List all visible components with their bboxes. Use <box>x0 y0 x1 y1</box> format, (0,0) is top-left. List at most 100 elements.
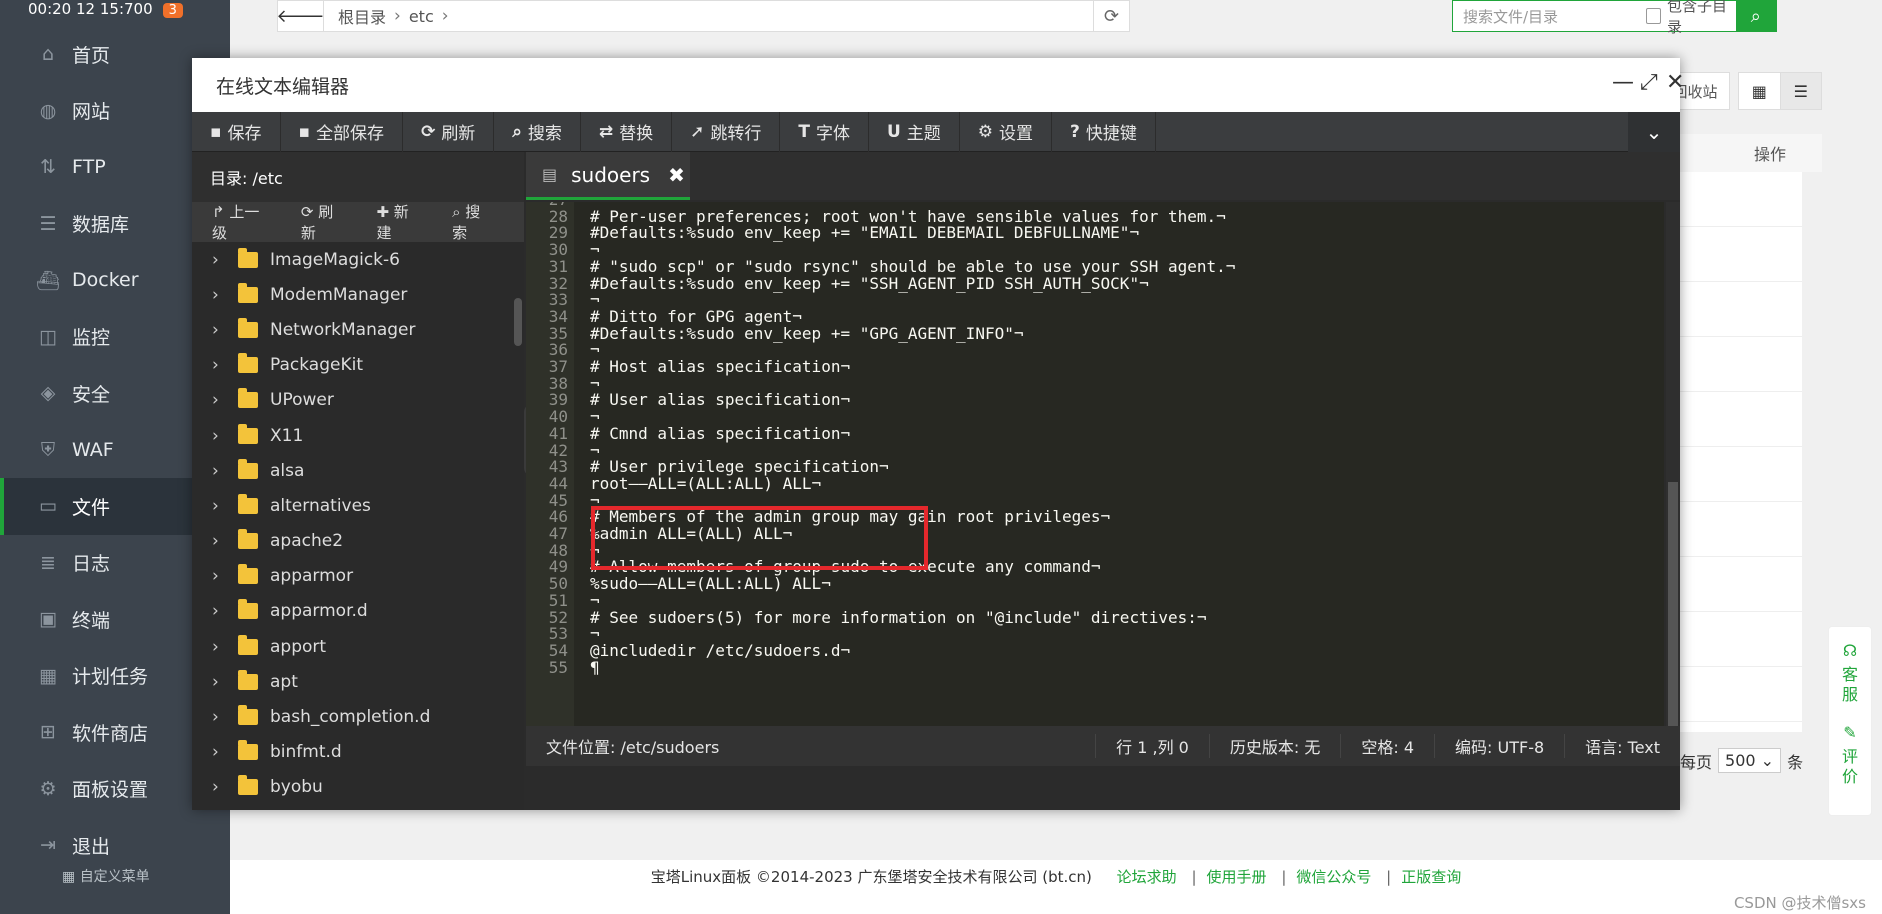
tree-refresh-button[interactable]: ⟳ 刷新 <box>301 201 359 243</box>
encoding-setting[interactable]: 编码: UTF-8 <box>1434 734 1564 758</box>
list-view-icon[interactable]: ☰ <box>1779 73 1821 109</box>
chevron-right-icon[interactable]: › <box>212 637 226 657</box>
tree-scrollbar[interactable] <box>514 298 522 346</box>
breadcrumb-etc[interactable]: etc <box>409 7 434 26</box>
toolbar-button-1[interactable]: ▪ 全部保存 <box>281 111 404 152</box>
chevron-right-icon[interactable]: › <box>212 355 226 375</box>
code-line[interactable]: # Host alias specification¬ <box>590 357 850 376</box>
table-row[interactable] <box>1678 337 1802 392</box>
table-row[interactable] <box>1678 392 1802 447</box>
code-line[interactable]: root——ALL=(ALL:ALL) ALL¬ <box>590 474 821 493</box>
table-row[interactable] <box>1678 447 1802 502</box>
code-line[interactable]: # User alias specification¬ <box>590 390 850 409</box>
chevron-right-icon[interactable]: › <box>212 601 226 621</box>
toolbar-button-5[interactable]: ➚ 跳转行 <box>672 111 781 152</box>
list-item[interactable]: › alternatives <box>192 488 524 523</box>
chevron-right-icon[interactable]: › <box>212 285 226 305</box>
scroll-thumb[interactable] <box>1668 482 1678 726</box>
path-refresh-button[interactable]: ⟳ <box>1093 1 1129 31</box>
up-level-button[interactable]: ↱ 上一级 <box>212 201 283 243</box>
list-item[interactable]: › alsa <box>192 453 524 488</box>
minimize-icon[interactable]: — <box>1612 70 1634 95</box>
include-subdir-checkbox[interactable] <box>1646 8 1661 24</box>
code-line[interactable]: ¶ <box>590 658 600 677</box>
chevron-right-icon[interactable]: › <box>212 777 226 797</box>
toolbar-button-3[interactable]: ⌕ 搜索 <box>494 111 581 152</box>
chevron-right-icon[interactable]: › <box>212 742 226 762</box>
chevron-right-icon[interactable]: › <box>212 707 226 727</box>
list-item[interactable]: › bash_completion.d <box>192 699 524 734</box>
breadcrumb-root[interactable]: 根目录 <box>338 4 386 28</box>
list-item[interactable]: › apparmor.d <box>192 594 524 629</box>
list-item[interactable]: › X11 <box>192 418 524 453</box>
chevron-right-icon[interactable]: › <box>212 531 226 551</box>
tree-search-button[interactable]: ⌕ 搜索 <box>452 201 506 243</box>
grid-view-icon[interactable]: ▦ <box>1739 73 1780 109</box>
toolbar-button-9[interactable]: ? 快捷键 <box>1052 111 1156 152</box>
list-item[interactable]: › apache2 <box>192 524 524 559</box>
review-link[interactable]: 评价 <box>1840 747 1860 787</box>
tab-sudoers[interactable]: ▤ sudoers ✖ <box>526 152 690 200</box>
notification-badge[interactable]: 3 <box>162 3 183 18</box>
close-tab-icon[interactable]: ✖ <box>668 163 685 187</box>
chevron-right-icon[interactable]: › <box>212 320 226 340</box>
chevron-right-icon[interactable]: › <box>212 426 226 446</box>
toolbar-button-8[interactable]: ⚙ 设置 <box>960 111 1053 152</box>
list-item[interactable]: › byobu <box>192 770 524 805</box>
code-area[interactable]: 2728# Per-user preferences; root won't h… <box>526 202 1664 726</box>
wechat-link[interactable]: 微信公众号 <box>1296 868 1371 886</box>
code-line[interactable]: #Defaults:%sudo env_keep += "SSH_AGENT_P… <box>590 274 1149 293</box>
list-item[interactable]: › apt <box>192 664 524 699</box>
chevron-right-icon[interactable]: › <box>212 390 226 410</box>
list-item[interactable]: › ImageMagick-6 <box>192 242 524 277</box>
list-item[interactable]: › binfmt.d <box>192 735 524 770</box>
chevron-right-icon[interactable]: › <box>212 496 226 516</box>
toolbar-button-7[interactable]: U 主题 <box>869 111 960 152</box>
code-line[interactable]: @includedir /etc/sudoers.d¬ <box>590 641 850 660</box>
forum-link[interactable]: 论坛求助 <box>1117 868 1177 886</box>
close-icon[interactable]: ✕ <box>1666 70 1684 95</box>
new-file-button[interactable]: ✚ 新建 <box>376 201 434 243</box>
chevron-right-icon[interactable]: › <box>212 672 226 692</box>
code-line[interactable]: # See sudoers(5) for more information on… <box>590 608 1207 627</box>
list-item[interactable]: › ModemManager <box>192 277 524 312</box>
code-line[interactable]: # Cmnd alias specification¬ <box>590 424 850 443</box>
toolbar-button-4[interactable]: ⇄ 替换 <box>581 111 673 152</box>
code-line[interactable]: #Defaults:%sudo env_keep += "EMAIL DEBEM… <box>590 223 1139 242</box>
indent-setting[interactable]: 空格: 4 <box>1340 734 1434 758</box>
table-row[interactable] <box>1678 502 1802 557</box>
search-input[interactable]: 搜索文件/目录 <box>1463 6 1646 27</box>
folder-icon <box>238 458 258 479</box>
list-item[interactable]: › apport <box>192 629 524 664</box>
history-version[interactable]: 历史版本: 无 <box>1208 734 1340 758</box>
language-setting[interactable]: 语言: Text <box>1564 734 1680 758</box>
chevron-right-icon[interactable]: › <box>212 461 226 481</box>
back-button[interactable]: 🡐 <box>276 1 325 31</box>
toolbar-button-6[interactable]: T 字体 <box>780 111 869 152</box>
table-row[interactable] <box>1678 227 1802 282</box>
manual-link[interactable]: 使用手册 <box>1207 868 1267 886</box>
chevron-right-icon[interactable]: › <box>212 250 226 270</box>
editor-scrollbar[interactable] <box>1666 202 1680 726</box>
toolbar-button-2[interactable]: ⟳ 刷新 <box>403 111 495 152</box>
customer-service-link[interactable]: 客服 <box>1840 665 1860 705</box>
custom-menu-link[interactable]: ▦ 自定义菜单 <box>62 866 150 886</box>
code-line[interactable]: #Defaults:%sudo env_keep += "GPG_AGENT_I… <box>590 324 1023 343</box>
list-item[interactable]: › apparmor <box>192 559 524 594</box>
license-link[interactable]: 正版查询 <box>1401 868 1461 886</box>
code-line[interactable]: %sudo——ALL=(ALL:ALL) ALL¬ <box>590 574 831 593</box>
search-button[interactable]: ⌕ <box>1735 0 1776 32</box>
table-row[interactable] <box>1678 557 1802 612</box>
table-row[interactable] <box>1678 612 1802 667</box>
toolbar-collapse-button[interactable]: ⌄ <box>1628 111 1680 152</box>
table-row[interactable] <box>1678 172 1802 227</box>
toolbar-button-0[interactable]: ▪ 保存 <box>192 111 281 152</box>
table-row[interactable] <box>1678 282 1802 337</box>
list-item[interactable]: › NetworkManager <box>192 312 524 347</box>
maximize-icon[interactable]: ⤢ <box>1640 70 1658 95</box>
list-item[interactable]: › PackageKit <box>192 348 524 383</box>
per-page-select[interactable]: 500 ⌄ <box>1718 748 1782 773</box>
list-item[interactable]: › UPower <box>192 383 524 418</box>
chevron-right-icon[interactable]: › <box>212 566 226 586</box>
table-row[interactable] <box>1678 667 1802 722</box>
